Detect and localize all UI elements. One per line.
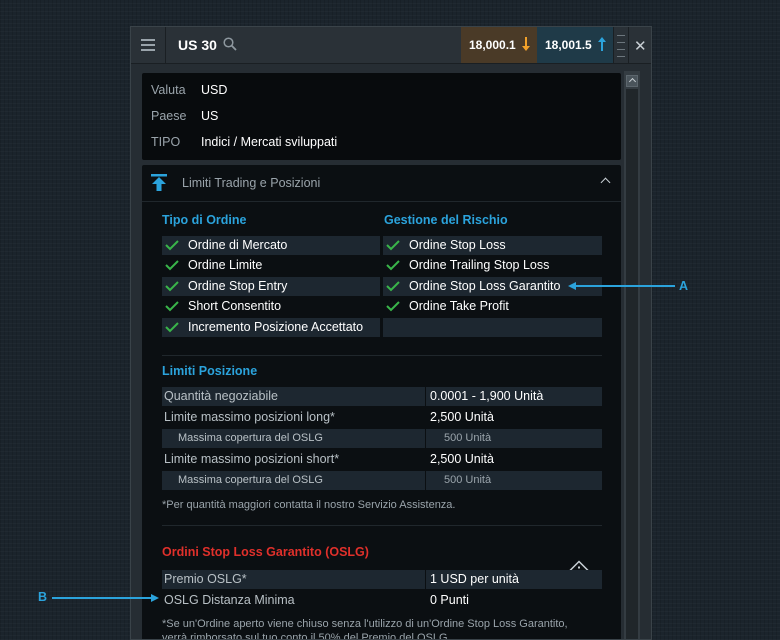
divider — [162, 525, 602, 526]
oslg-note-line: verrà rimborsato sul tuo conto il 50% de… — [162, 632, 451, 640]
price-down-arrow-icon — [522, 37, 530, 51]
search-icon[interactable] — [222, 36, 238, 57]
sell-price: 18,000.1 — [469, 38, 516, 52]
drag-handle-icon[interactable] — [613, 27, 628, 63]
country-label: Paese — [151, 109, 187, 123]
close-button[interactable]: ✕ — [628, 27, 651, 63]
limits-note: *Per quantità maggiori contatta il nostr… — [162, 499, 456, 511]
callout-b-label: B — [38, 590, 48, 604]
limits-upload-icon — [151, 174, 167, 191]
check-icon — [165, 301, 179, 312]
oslg-note-line: *Se un'Ordine aperto viene chiuso senza … — [162, 618, 568, 630]
risk-item: Ordine Trailing Stop Loss — [383, 256, 602, 275]
limit-subrow: Massima copertura del OSLG 500 Unità — [162, 471, 602, 490]
order-type-item: Ordine di Mercato — [162, 236, 380, 255]
title-bar: US 30 18,000.1 18,001.5 ✕ — [131, 27, 651, 64]
limit-subrow: Massima copertura del OSLG 500 Unità — [162, 429, 602, 448]
risk-heading: Gestione del Rischio — [384, 213, 508, 227]
order-type-item: Ordine Limite — [162, 256, 380, 275]
sell-price-button[interactable]: 18,000.1 — [461, 27, 537, 63]
close-icon: ✕ — [634, 38, 647, 55]
limit-row: Limite massimo posizioni short* 2,500 Un… — [164, 452, 494, 466]
panel-title: Limiti Trading e Posizioni — [182, 176, 321, 190]
type-value: Indici / Mercati sviluppati — [201, 135, 338, 149]
type-label: TIPO — [151, 135, 181, 149]
oslg-row: OSLG Distanza Minima 0 Punti — [164, 593, 469, 607]
order-type-item: Short Consentito — [162, 297, 380, 316]
price-up-arrow-icon — [598, 37, 606, 51]
check-icon — [386, 281, 400, 292]
risk-item: Ordine Take Profit — [383, 297, 602, 316]
buy-price: 18,001.5 — [545, 38, 592, 52]
menu-button[interactable] — [131, 27, 166, 63]
instrument-info: Valuta USD Paese US TIPO Indici / Mercat… — [142, 73, 621, 160]
panel-header[interactable]: Limiti Trading e Posizioni — [142, 165, 621, 202]
scrollbar-thumb[interactable] — [626, 89, 638, 639]
check-icon — [165, 240, 179, 251]
instrument-window: US 30 18,000.1 18,001.5 ✕ Valuta USD Pae… — [130, 26, 652, 640]
buy-price-button[interactable]: 18,001.5 — [537, 27, 613, 63]
trading-limits-panel: Limiti Trading e Posizioni Tipo di Ordin… — [142, 165, 621, 640]
divider — [162, 355, 602, 356]
instrument-title: US 30 — [178, 37, 217, 53]
check-icon — [165, 281, 179, 292]
collapse-chevron-icon[interactable] — [600, 177, 611, 188]
check-icon — [386, 260, 400, 271]
order-type-item: Ordine Stop Entry — [162, 277, 380, 296]
order-type-heading: Tipo di Ordine — [162, 213, 247, 227]
risk-empty-cell — [383, 318, 602, 337]
oslg-heading: Ordini Stop Loss Garantito (OSLG) — [162, 545, 369, 559]
limit-row: Limite massimo posizioni long* 2,500 Uni… — [164, 410, 494, 424]
risk-item: Ordine Stop Loss — [383, 236, 602, 255]
scroll-up-icon[interactable] — [626, 75, 638, 87]
check-icon — [165, 260, 179, 271]
oslg-row: Premio OSLG* 1 USD per unità — [162, 570, 602, 589]
callout-a-label: A — [679, 279, 689, 293]
oslg-note: *Se un'Ordine aperto viene chiuso senza … — [162, 617, 607, 640]
callout-a-line — [575, 285, 675, 287]
position-limits-heading: Limiti Posizione — [162, 364, 258, 378]
currency-label: Valuta — [151, 83, 186, 97]
currency-value: USD — [201, 83, 228, 97]
scrollbar[interactable] — [624, 71, 640, 639]
callout-b-arrowhead — [151, 594, 159, 602]
check-icon — [165, 322, 179, 333]
check-icon — [386, 301, 400, 312]
limit-row: Quantità negoziabile 0.0001 - 1,900 Unit… — [162, 387, 602, 406]
callout-b-line — [52, 597, 152, 599]
check-icon — [386, 240, 400, 251]
country-value: US — [201, 109, 219, 123]
order-type-item: Incremento Posizione Accettato — [162, 318, 380, 337]
